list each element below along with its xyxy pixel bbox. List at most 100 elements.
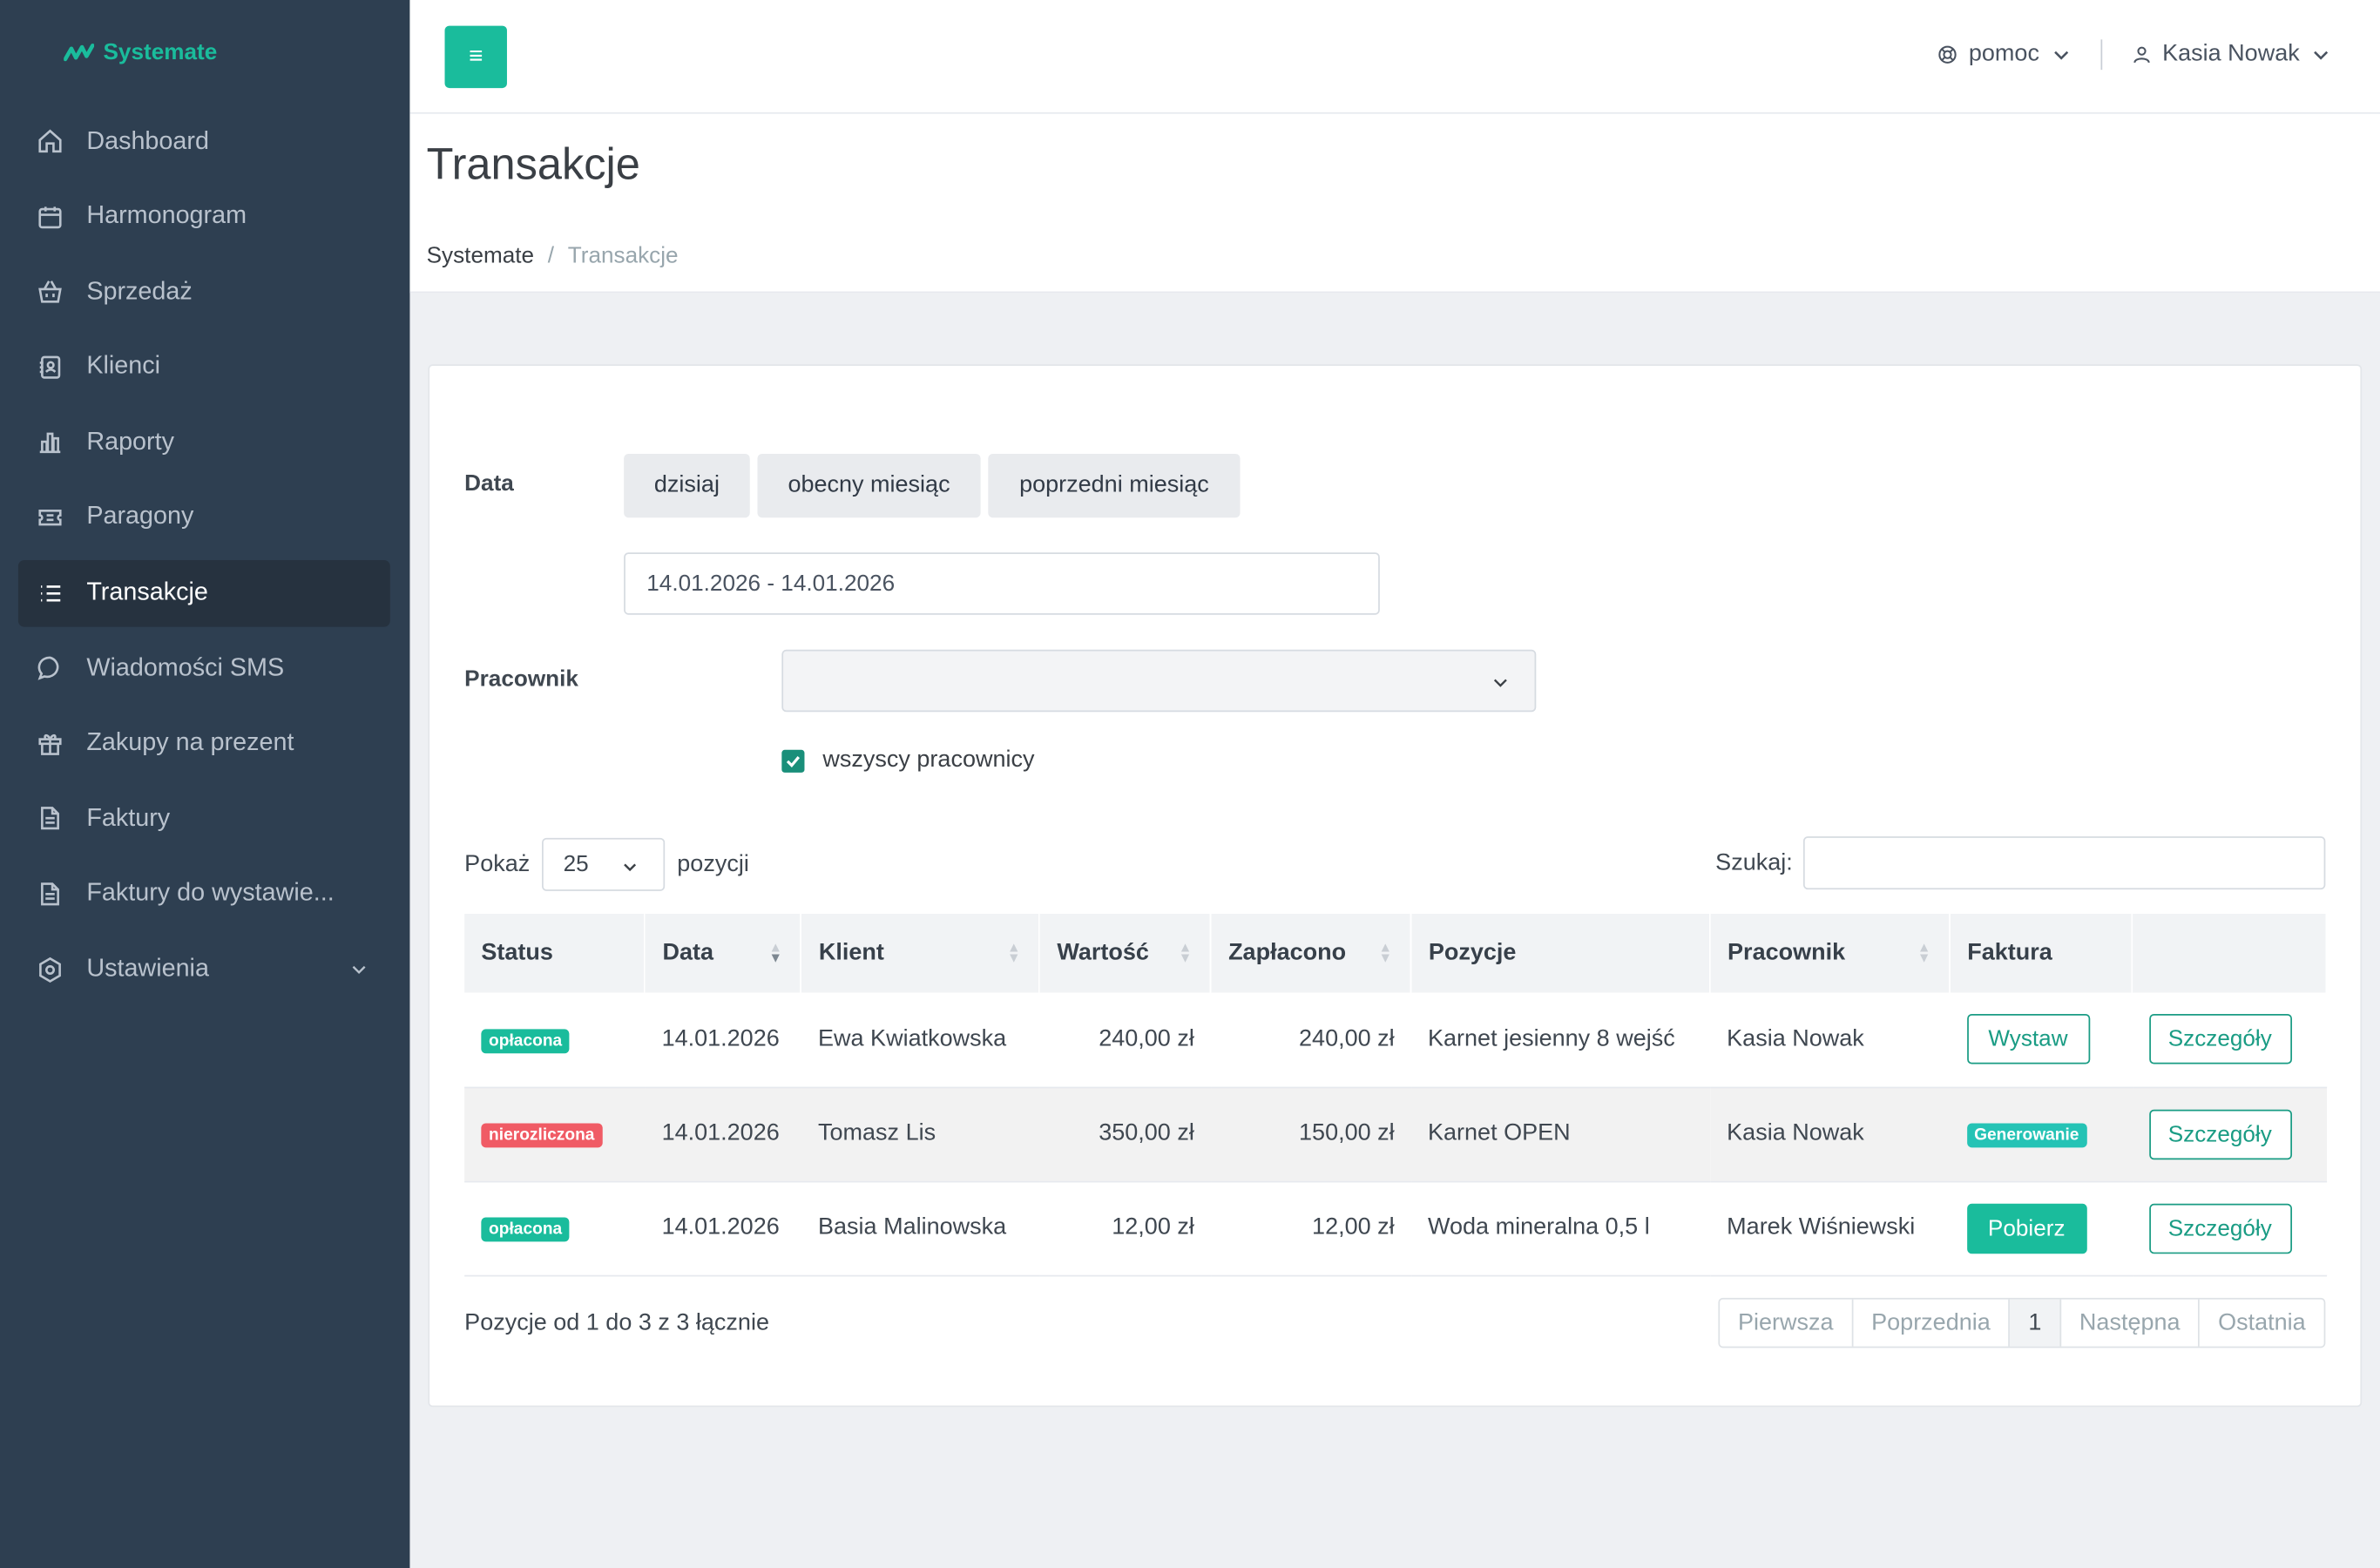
details-button[interactable]: Szczegóły xyxy=(2148,1014,2292,1064)
sort-icon: ▲ ▼ xyxy=(1178,939,1193,966)
sidebar-item-label: Faktury do wystawie... xyxy=(86,879,335,908)
paid-cell: 150,00 zł xyxy=(1211,1086,1411,1182)
column-header-paid[interactable]: Zapłacono ▲ ▼ xyxy=(1211,913,1412,993)
transactions-table: Status Data ▲ ▼ Klient ▲ ▼ Wartość ▲ ▼ Zapłaco… xyxy=(464,913,2328,1276)
gift-icon xyxy=(37,730,64,757)
breadcrumb-root[interactable]: Systemate xyxy=(427,243,534,269)
sidebar-item-dashboard[interactable]: Dashboard xyxy=(18,108,390,175)
menu-toggle-button[interactable]: ≡ xyxy=(444,25,507,89)
page-length-value: 25 xyxy=(563,851,589,878)
pagination-next[interactable]: Następna xyxy=(2061,1299,2201,1347)
column-header-label: Data xyxy=(662,939,714,966)
user-menu[interactable]: Kasia Nowak xyxy=(2131,41,2332,68)
value-cell: 12,00 zł xyxy=(1039,1180,1212,1276)
sidebar-item-label: Faktury xyxy=(86,804,171,832)
page-header: Transakcje Systemate / Transakcje xyxy=(409,113,2380,294)
paid-cell: 240,00 zł xyxy=(1211,992,1411,1088)
status-cell: nierozliczona xyxy=(464,1086,646,1182)
sidebar-item-sprzedaz[interactable]: Sprzedaż xyxy=(18,259,390,326)
sidebar-item-klienci[interactable]: Klienci xyxy=(18,334,390,401)
items-cell: Woda mineralna 0,5 l xyxy=(1410,1180,1711,1276)
status-cell: opłacona xyxy=(464,992,646,1088)
sidebar-item-harmonogram[interactable]: Harmonogram xyxy=(18,183,390,250)
table-row: opłacona 14.01.2026 Ewa Kwiatkowska 240,… xyxy=(464,992,2327,1088)
sidebar-item-faktury-do-wystawienia[interactable]: Faktury do wystawie... xyxy=(18,861,390,928)
chevron-down-icon xyxy=(1493,679,1507,687)
page-length-select[interactable]: 25 xyxy=(542,837,666,891)
current-month-button[interactable]: obecny miesiąc xyxy=(757,454,981,518)
employee-cell: Kasia Nowak xyxy=(1710,992,1951,1088)
date-filter-label: Data xyxy=(464,470,514,497)
items-cell: Karnet jesienny 8 wejść xyxy=(1410,992,1711,1088)
pagination-page-1[interactable]: 1 xyxy=(2010,1299,2062,1347)
date-range-input[interactable]: 14.01.2026 - 14.01.2026 xyxy=(624,552,1380,615)
previous-month-button[interactable]: poprzedni miesiąc xyxy=(988,454,1241,518)
sidebar-item-wiadomosci-sms[interactable]: Wiadomości SMS xyxy=(18,635,390,702)
status-badge: nierozliczona xyxy=(481,1123,603,1148)
app-logo[interactable]: Systemate xyxy=(64,39,217,65)
column-header-value[interactable]: Wartość ▲ ▼ xyxy=(1039,913,1212,993)
column-header-label: Klient xyxy=(818,939,884,966)
employee-cell: Kasia Nowak xyxy=(1710,1086,1951,1182)
invoice-cell: Wystaw xyxy=(1950,992,2133,1088)
employee-select[interactable] xyxy=(781,649,1537,713)
chat-icon xyxy=(37,654,64,681)
value-cell: 240,00 zł xyxy=(1039,992,1212,1088)
column-header-label: Zapłacono xyxy=(1228,939,1347,966)
pagination-previous[interactable]: Poprzednia xyxy=(1853,1299,2011,1347)
logo-icon xyxy=(64,43,95,61)
sidebar-item-zakupy-na-prezent[interactable]: Zakupy na prezent xyxy=(18,710,390,777)
sidebar-item-ustawienia[interactable]: Ustawienia xyxy=(18,936,390,1003)
column-header-employee[interactable]: Pracownik ▲ ▼ xyxy=(1710,913,1951,993)
bar-chart-icon xyxy=(37,429,64,456)
page-title: Transakcje xyxy=(426,141,640,190)
column-header-label: Pracownik xyxy=(1728,939,1846,966)
chevron-down-icon xyxy=(2314,51,2329,60)
sidebar-item-transakcje[interactable]: Transakcje xyxy=(17,559,390,626)
sidebar-item-label: Zakupy na prezent xyxy=(86,728,294,757)
help-menu[interactable]: pomoc xyxy=(1937,41,2071,68)
pagination-first[interactable]: Pierwsza xyxy=(1720,1299,1854,1347)
pagination: Pierwsza Poprzednia 1 Następna Ostatnia xyxy=(1718,1297,2326,1348)
client-cell: Ewa Kwiatkowska xyxy=(801,992,1040,1088)
table-info: Pozycje od 1 do 3 z 3 łącznie xyxy=(464,1309,769,1336)
page-length-control: Pokaż 25 pozycji xyxy=(464,837,749,891)
sidebar-item-label: Ustawienia xyxy=(86,955,209,983)
column-header-items: Pozycje xyxy=(1410,913,1711,993)
column-header-date[interactable]: Data ▲ ▼ xyxy=(645,913,802,993)
sidebar-item-faktury[interactable]: Faktury xyxy=(18,785,390,852)
home-icon xyxy=(37,127,64,154)
all-employees-label[interactable]: wszyscy pracownicy xyxy=(822,747,1034,774)
ticket-icon xyxy=(37,504,64,531)
transactions-card: Data dzisiaj obecny miesiąc poprzedni mi… xyxy=(428,364,2363,1408)
all-employees-checkbox[interactable] xyxy=(781,748,805,773)
invoice-cell: Pobierz xyxy=(1950,1180,2133,1276)
user-icon xyxy=(2133,46,2149,64)
client-cell: Tomasz Lis xyxy=(801,1086,1040,1182)
sidebar-item-label: Sprzedaż xyxy=(86,277,193,305)
today-button[interactable]: dzisiaj xyxy=(624,454,750,518)
sidebar-item-paragony[interactable]: Paragony xyxy=(18,484,390,551)
actions-cell: Szczegóły xyxy=(2132,1086,2327,1182)
details-button[interactable]: Szczegóły xyxy=(2148,1108,2292,1159)
sidebar-item-label: Raporty xyxy=(86,428,174,456)
calendar-icon xyxy=(37,203,64,230)
download-invoice-button[interactable]: Pobierz xyxy=(1966,1202,2087,1254)
issue-invoice-button[interactable]: Wystaw xyxy=(1966,1014,2090,1064)
sidebar-nav: Dashboard Harmonogram Sprzedaż Klienci R… xyxy=(17,108,390,1011)
employee-filter-label: Pracownik xyxy=(464,666,578,693)
details-button[interactable]: Szczegóły xyxy=(2148,1202,2292,1254)
column-header-client[interactable]: Klient ▲ ▼ xyxy=(801,913,1041,993)
all-employees-row: wszyscy pracownicy xyxy=(781,747,1035,774)
lifebuoy-icon xyxy=(1938,45,1957,64)
sidebar-item-raporty[interactable]: Raporty xyxy=(18,409,390,476)
topbar-actions: pomoc Kasia Nowak xyxy=(1937,39,2332,71)
search-input[interactable] xyxy=(1802,836,2326,890)
table-row: nierozliczona 14.01.2026 Tomasz Lis 350,… xyxy=(464,1086,2327,1182)
chevron-down-icon xyxy=(352,965,366,974)
employee-cell: Marek Wiśniewski xyxy=(1710,1180,1951,1276)
pagination-last[interactable]: Ostatnia xyxy=(2200,1300,2323,1347)
user-name: Kasia Nowak xyxy=(2162,41,2300,67)
contacts-icon xyxy=(37,354,64,381)
status-cell: opłacona xyxy=(464,1180,646,1276)
